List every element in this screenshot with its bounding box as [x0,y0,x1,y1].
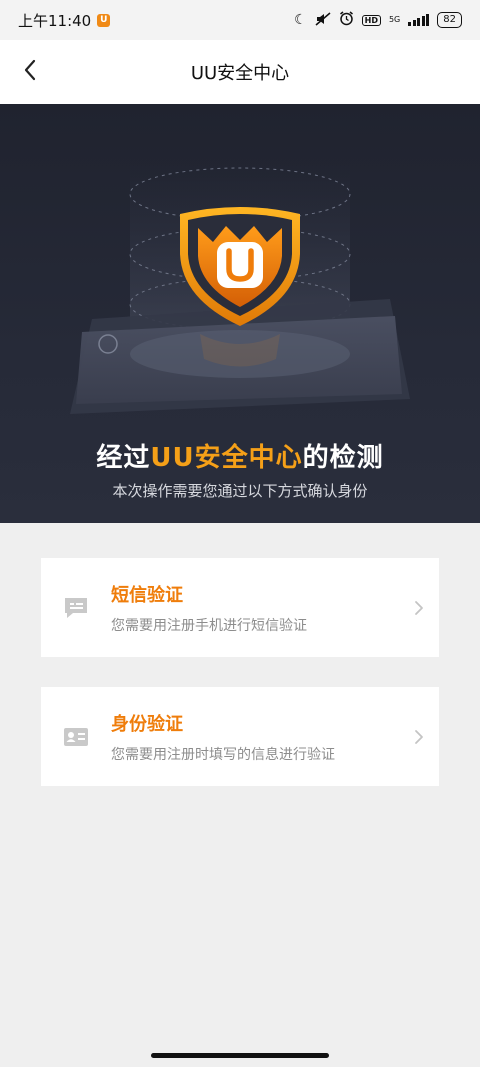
status-time: 上午11:40 [18,11,92,30]
status-left: 上午11:40 U [18,10,111,31]
hero-title: 经过UU安全中心的检测 [0,437,480,474]
page-title: UU安全中心 [190,63,290,84]
battery-icon: 82 [437,12,462,28]
status-right: ☾ HD 5G 82 [294,11,462,29]
sms-option-description: 您需要用注册手机进行短信验证 [111,617,307,634]
sms-verification-option[interactable]: 短信验证 您需要用注册手机进行短信验证 [41,558,439,657]
identity-option-text: 身份验证 您需要用注册时填写的信息进行验证 [111,710,399,764]
chevron-right-icon [399,600,439,616]
hero-subtitle: 本次操作需要您通过以下方式确认身份 [112,482,368,500]
sms-option-text: 短信验证 您需要用注册手机进行短信验证 [111,581,399,635]
mute-icon [315,11,331,29]
app-notification-icon: U [97,13,111,27]
security-illustration [70,164,410,414]
chevron-right-icon [399,729,439,745]
alarm-icon [339,11,354,29]
hero-banner: 经过UU安全中心的检测 本次操作需要您通过以下方式确认身份 [0,104,480,523]
identity-verification-option[interactable]: 身份验证 您需要用注册时填写的信息进行验证 [41,687,439,786]
nav-bar: UU安全中心 [0,40,480,104]
network-type: 5G [389,16,400,24]
home-indicator[interactable] [151,1053,329,1058]
hero-title-accent: UU安全中心 [150,443,303,473]
battery-level: 82 [443,14,456,25]
signal-icon [408,14,430,26]
identity-option-title: 身份验证 [111,713,183,735]
hd-icon: HD [361,14,381,26]
chevron-left-icon [23,59,37,85]
moon-icon: ☾ [294,12,307,28]
sms-option-title: 短信验证 [111,584,183,606]
id-card-icon [41,727,111,747]
back-button[interactable] [14,56,46,88]
network-label: 5G [388,15,401,24]
status-bar: 上午11:40 U ☾ HD 5G 82 [0,0,480,40]
message-icon [41,596,111,620]
identity-option-description: 您需要用注册时填写的信息进行验证 [111,746,335,763]
hero-title-suffix: 的检测 [302,443,384,473]
hero-title-prefix: 经过 [96,443,151,473]
